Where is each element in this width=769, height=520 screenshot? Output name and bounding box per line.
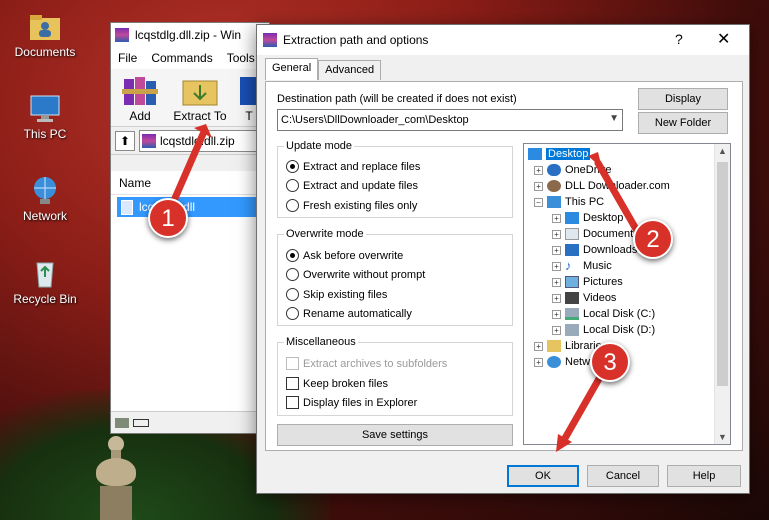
- step-3-badge: 3: [590, 342, 630, 382]
- step-2-badge: 2: [633, 219, 673, 259]
- step-arrows: [168, 124, 644, 452]
- step-2-arrow: [594, 159, 644, 240]
- step-1-arrow: [168, 130, 207, 209]
- step-3-arrow: [560, 366, 608, 444]
- step-2-arrowhead: [588, 152, 602, 168]
- step-1-badge: 1: [148, 198, 188, 238]
